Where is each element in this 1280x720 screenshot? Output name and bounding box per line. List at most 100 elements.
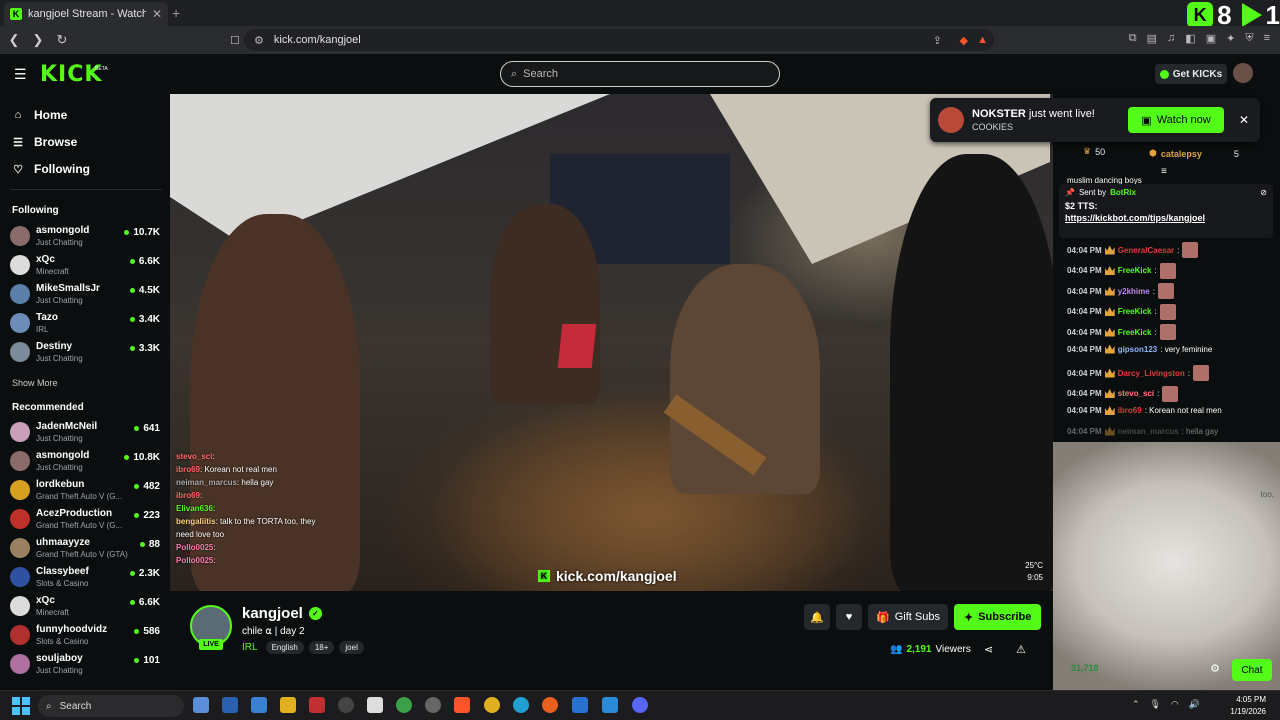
wallet-icon[interactable]: ▣ [1206, 32, 1216, 45]
media-icon[interactable]: ♫ [1167, 32, 1175, 45]
gift-subs-button[interactable]: 🎁 Gift Subs [868, 604, 948, 630]
stream-category[interactable]: IRL [242, 642, 258, 653]
discord-icon[interactable] [632, 697, 648, 713]
app-icon-1[interactable] [222, 697, 238, 713]
app-icon-6[interactable] [425, 697, 441, 713]
chat-username[interactable]: ibro69 [1118, 406, 1142, 415]
app-icon-7[interactable] [572, 697, 588, 713]
chrome-icon[interactable] [484, 697, 500, 713]
leo-icon[interactable]: ✦ [1226, 32, 1235, 45]
taskbar-search[interactable]: ⌕ Search [38, 695, 184, 717]
channel-item[interactable]: Tazo IRL 3.4K [10, 310, 160, 336]
back-icon[interactable]: ❮ [4, 32, 24, 48]
chat-username[interactable]: FreeKick [1118, 266, 1152, 275]
collapse-icon[interactable]: ≡ [1161, 166, 1167, 177]
wifi-icon[interactable]: ◠ [1171, 699, 1179, 710]
channel-item[interactable]: funnyhoodvidz Slots & Casino 586 [10, 622, 160, 648]
watch-now-button[interactable]: ▣ Watch now [1128, 107, 1224, 133]
report-icon[interactable]: ⚠ [1016, 643, 1026, 656]
windows-start-icon[interactable] [12, 697, 30, 715]
subscribe-button[interactable]: ✦ Subscribe [953, 604, 1042, 630]
brave-icon[interactable] [454, 697, 470, 713]
close-icon[interactable]: ✕ [1232, 113, 1256, 127]
chat-message: 04:04 PM FreeKick: [1067, 324, 1176, 340]
tag-18plus[interactable]: 18+ [308, 641, 335, 654]
edge-icon[interactable] [513, 697, 529, 713]
firefox-icon[interactable] [542, 697, 558, 713]
chat-username[interactable]: stevo_sci [1118, 389, 1154, 398]
chat-send-button[interactable]: Chat [1232, 659, 1272, 681]
channel-item[interactable]: xQc Minecraft 6.6K [10, 252, 160, 278]
forward-icon[interactable]: ❯ [28, 32, 48, 48]
channel-item[interactable]: Classybeef Slots & Casino 2.3K [10, 564, 160, 590]
unpin-icon[interactable]: ⊘ [1260, 188, 1267, 197]
channel-item[interactable]: souljaboy Just Chatting 101 [10, 651, 160, 677]
app-icon-3[interactable] [338, 697, 354, 713]
chat-username[interactable]: FreeKick [1118, 307, 1152, 316]
pinned-link[interactable]: https://kickbot.com/tips/kangjoel [1065, 213, 1267, 223]
site-info-icon[interactable]: ⚙ [254, 34, 264, 47]
streamer-name[interactable]: kangjoel ✓ [242, 605, 322, 622]
follow-heart-icon[interactable]: ♥ [836, 604, 862, 630]
channel-item[interactable]: Destiny Just Chatting 3.3K [10, 339, 160, 365]
file-explorer-icon[interactable] [280, 697, 296, 713]
channel-item[interactable]: asmongold Just Chatting 10.7K [10, 223, 160, 249]
taskbar-clock[interactable]: 4:05 PM 1/19/2026 [1230, 694, 1266, 718]
channel-item[interactable]: asmongold Just Chatting 10.8K [10, 448, 160, 474]
kick-logo[interactable]: KICK [40, 62, 102, 87]
channel-item[interactable]: JadenMcNeil Just Chatting 641 [10, 419, 160, 445]
search-input[interactable]: ⌕ Search [500, 61, 780, 87]
url-field[interactable]: ☐ ⚙ kick.com/kangjoel ⇪ ◆ ▲ [230, 29, 994, 51]
show-more-link[interactable]: Show More [12, 378, 58, 388]
app-icon-4[interactable] [367, 697, 383, 713]
bookmark-icon[interactable]: ☐ [230, 34, 240, 47]
chat-username[interactable]: Darcy_Livingston [1118, 369, 1185, 378]
sidebar-item-home[interactable]: ⌂ Home [12, 108, 68, 122]
mic-icon[interactable]: 🎙 [1149, 699, 1160, 710]
brave-shield-icon[interactable]: ◆ [960, 34, 968, 47]
new-tab-button[interactable]: + [172, 5, 180, 21]
chat-username[interactable]: neiman_marcus [1118, 427, 1179, 436]
video-player[interactable]: stevo_sci: ibro69: Korean not real men nei… [170, 94, 1053, 591]
brave-rewards-icon[interactable]: ▲ [977, 34, 988, 46]
netflix-icon[interactable] [309, 697, 325, 713]
channel-item[interactable]: uhmaayyze Grand Theft Auto V (GTA) 88 [10, 535, 160, 561]
sidebar-item-following[interactable]: ♡ Following [12, 162, 90, 176]
app-icon-2[interactable] [251, 697, 267, 713]
browser-tab[interactable]: K kangjoel Stream - Watch Live ✕ [4, 2, 168, 26]
volume-icon[interactable]: 🔊 [1189, 699, 1200, 710]
sidebar-item-browse[interactable]: ☰ Browse [12, 135, 77, 149]
hamburger-menu-icon[interactable]: ☰ [14, 66, 27, 83]
chat-username[interactable]: GeneralCaesar [1118, 246, 1174, 255]
pinned-message[interactable]: 📌 Sent by BotRix ⊘ $2 TTS: https://kickb… [1059, 184, 1273, 238]
channel-category: Just Chatting [36, 463, 83, 472]
widgets-icon[interactable] [193, 697, 209, 713]
channel-item[interactable]: lordkebun Grand Theft Auto V (G... 482 [10, 477, 160, 503]
chat-settings-icon[interactable]: ⚙ [1210, 662, 1220, 675]
notifications-bell-icon[interactable]: 🔔 [804, 604, 830, 630]
reader-icon[interactable]: ▤ [1147, 32, 1157, 45]
extensions-icon[interactable]: ⧉ [1129, 32, 1137, 45]
tag-english[interactable]: English [265, 641, 304, 654]
vpn-icon[interactable]: ⛨ [1245, 32, 1253, 45]
channel-item[interactable]: MikeSmallsJr Just Chatting 4.5K [10, 281, 160, 307]
chevron-up-icon[interactable]: ⌃ [1132, 699, 1140, 710]
channel-item[interactable]: xQc Minecraft 6.6K [10, 593, 160, 619]
share-page-icon[interactable]: ⇪ [933, 34, 942, 47]
chat-username[interactable]: FreeKick [1118, 328, 1152, 337]
chat-username[interactable]: gipson123 [1118, 345, 1158, 354]
menu-icon[interactable]: ≡ [1264, 32, 1270, 45]
live-notification[interactable]: NOKSTER just went live! COOKIES ▣ Watch … [930, 98, 1260, 142]
tag-joel[interactable]: joel [339, 641, 364, 654]
share-icon[interactable]: ⋖ [984, 643, 993, 656]
chat-partial-right: too, [1260, 490, 1274, 499]
vscode-icon[interactable] [602, 697, 618, 713]
reload-icon[interactable]: ↻ [52, 32, 72, 48]
channel-item[interactable]: AcezProduction Grand Theft Auto V (G... 22… [10, 506, 160, 532]
user-avatar[interactable] [1233, 63, 1253, 83]
sidebar-icon[interactable]: ◧ [1185, 32, 1195, 45]
app-icon-5[interactable] [396, 697, 412, 713]
get-kicks-button[interactable]: Get KICKs [1155, 64, 1227, 84]
chat-username[interactable]: y2khime [1118, 287, 1150, 296]
tab-close-icon[interactable]: ✕ [152, 7, 162, 21]
